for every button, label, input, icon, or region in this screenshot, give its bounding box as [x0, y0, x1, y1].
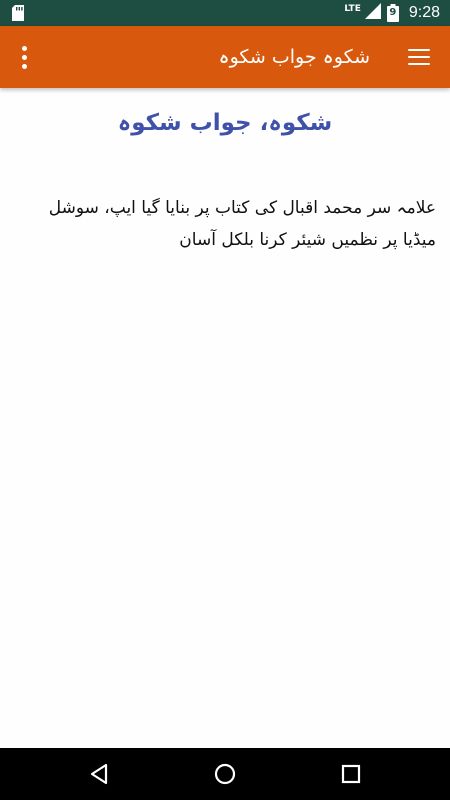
- status-left: [12, 5, 24, 21]
- app-bar: شکوہ جواب شکوہ: [0, 26, 450, 88]
- sd-card-icon: [12, 5, 24, 21]
- status-right: LTE 9 9:28: [344, 3, 440, 23]
- status-bar: LTE 9 9:28: [0, 0, 450, 26]
- back-icon[interactable]: [86, 761, 112, 787]
- home-icon[interactable]: [212, 761, 238, 787]
- hamburger-menu-icon[interactable]: [408, 46, 430, 68]
- recent-apps-icon[interactable]: [338, 761, 364, 787]
- network-type: LTE: [344, 4, 361, 14]
- page-heading: شکوہ، جواب شکوہ: [117, 110, 333, 136]
- battery-icon: 9: [386, 4, 399, 22]
- navigation-bar: [0, 748, 450, 800]
- battery-level: 9: [389, 7, 397, 18]
- signal-icon: [364, 3, 381, 23]
- clock: 9:28: [408, 4, 440, 21]
- app-title: شکوہ جواب شکوہ: [218, 46, 370, 68]
- app-description: علامہ سر محمد اقبال کی کتاب پر بنایا گیا…: [48, 198, 436, 250]
- main-content: شکوہ، جواب شکوہ علامہ سر محمد اقبال کی ک…: [0, 88, 450, 748]
- overflow-menu-icon[interactable]: [10, 41, 38, 73]
